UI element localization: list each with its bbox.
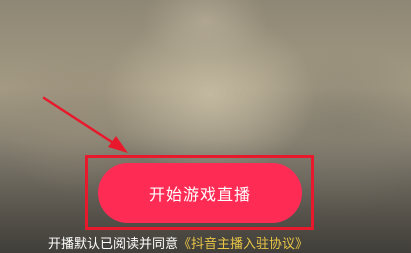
agreement-notice: 开播默认已阅读并同意《抖音主播入驻协议》 xyxy=(48,236,308,253)
agreement-text: 开播默认已阅读并同意 xyxy=(48,237,179,252)
agreement-link[interactable]: 《抖音主播入驻协议》 xyxy=(178,237,308,252)
start-game-live-button[interactable]: 开始游戏直播 xyxy=(98,163,302,223)
